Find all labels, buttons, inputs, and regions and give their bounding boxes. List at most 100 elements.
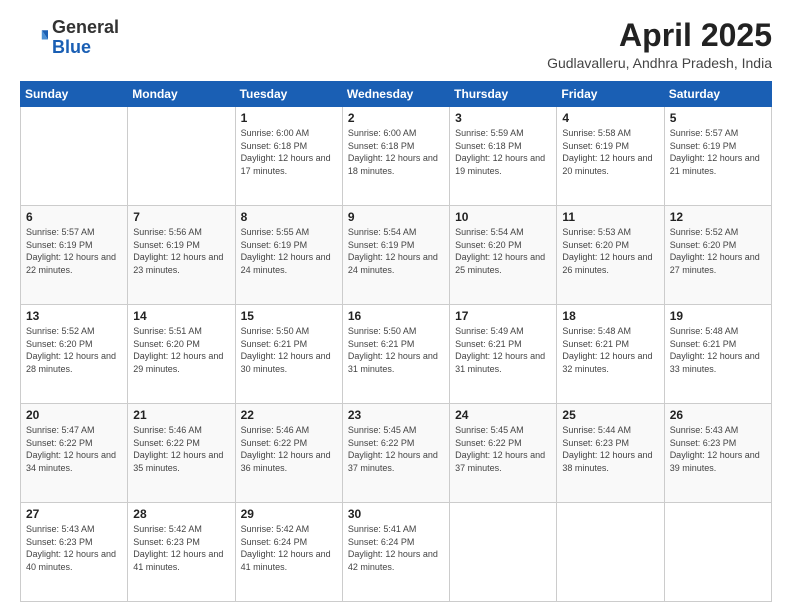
day-number: 15 — [241, 309, 337, 323]
calendar-cell — [557, 503, 664, 602]
calendar-subtitle: Gudlavalleru, Andhra Pradesh, India — [547, 55, 772, 71]
weekday-header-friday: Friday — [557, 82, 664, 107]
day-number: 18 — [562, 309, 658, 323]
day-info: Sunrise: 5:45 AM Sunset: 6:22 PM Dayligh… — [455, 424, 551, 474]
day-info: Sunrise: 5:48 AM Sunset: 6:21 PM Dayligh… — [670, 325, 766, 375]
calendar-cell: 29Sunrise: 5:42 AM Sunset: 6:24 PM Dayli… — [235, 503, 342, 602]
day-info: Sunrise: 5:43 AM Sunset: 6:23 PM Dayligh… — [26, 523, 122, 573]
day-number: 12 — [670, 210, 766, 224]
logo: General Blue — [20, 18, 119, 58]
day-number: 29 — [241, 507, 337, 521]
day-number: 23 — [348, 408, 444, 422]
calendar-cell: 26 Sunrise: 5:43 AM Sunset: 6:23 PM Dayli… — [664, 404, 771, 503]
calendar-cell: 7 Sunrise: 5:56 AM Sunset: 6:19 PM Daylig… — [128, 206, 235, 305]
day-number: 9 — [348, 210, 444, 224]
day-info: Sunrise: 5:54 AM Sunset: 6:19 PM Dayligh… — [348, 226, 444, 276]
day-info: Sunrise: 5:57 AM Sunset: 6:19 PM Dayligh… — [670, 127, 766, 177]
calendar-cell: 24 Sunrise: 5:45 AM Sunset: 6:22 PM Dayli… — [450, 404, 557, 503]
day-info: Sunrise: 5:59 AM Sunset: 6:18 PM Dayligh… — [455, 127, 551, 177]
day-info: Sunrise: 5:46 AM Sunset: 6:22 PM Dayligh… — [241, 424, 337, 474]
calendar-cell: 28Sunrise: 5:42 AM Sunset: 6:23 PM Dayli… — [128, 503, 235, 602]
week-row-4: 20 Sunrise: 5:47 AM Sunset: 6:22 PM Dayli… — [21, 404, 772, 503]
weekday-header-sunday: Sunday — [21, 82, 128, 107]
calendar-cell — [21, 107, 128, 206]
calendar-cell: 17 Sunrise: 5:49 AM Sunset: 6:21 PM Dayli… — [450, 305, 557, 404]
calendar-cell: 19Sunrise: 5:48 AM Sunset: 6:21 PM Dayli… — [664, 305, 771, 404]
day-number: 17 — [455, 309, 551, 323]
calendar-cell — [128, 107, 235, 206]
calendar-cell: 11 Sunrise: 5:53 AM Sunset: 6:20 PM Dayli… — [557, 206, 664, 305]
day-info: Sunrise: 5:58 AM Sunset: 6:19 PM Dayligh… — [562, 127, 658, 177]
weekday-header-tuesday: Tuesday — [235, 82, 342, 107]
day-info: Sunrise: 5:49 AM Sunset: 6:21 PM Dayligh… — [455, 325, 551, 375]
calendar-cell: 30Sunrise: 5:41 AM Sunset: 6:24 PM Dayli… — [342, 503, 449, 602]
calendar-cell: 9 Sunrise: 5:54 AM Sunset: 6:19 PM Daylig… — [342, 206, 449, 305]
logo-icon — [20, 24, 48, 52]
calendar-cell: 21Sunrise: 5:46 AM Sunset: 6:22 PM Dayli… — [128, 404, 235, 503]
day-info: Sunrise: 6:00 AM Sunset: 6:18 PM Dayligh… — [348, 127, 444, 177]
day-number: 27 — [26, 507, 122, 521]
day-number: 16 — [348, 309, 444, 323]
calendar-cell: 27 Sunrise: 5:43 AM Sunset: 6:23 PM Dayli… — [21, 503, 128, 602]
day-number: 30 — [348, 507, 444, 521]
calendar-cell: 5 Sunrise: 5:57 AM Sunset: 6:19 PM Daylig… — [664, 107, 771, 206]
day-info: Sunrise: 5:45 AM Sunset: 6:22 PM Dayligh… — [348, 424, 444, 474]
calendar-cell: 15 Sunrise: 5:50 AM Sunset: 6:21 PM Dayli… — [235, 305, 342, 404]
weekday-header-row: SundayMondayTuesdayWednesdayThursdayFrid… — [21, 82, 772, 107]
calendar-cell: 2 Sunrise: 6:00 AM Sunset: 6:18 PM Daylig… — [342, 107, 449, 206]
calendar-title: April 2025 — [547, 18, 772, 53]
day-number: 24 — [455, 408, 551, 422]
day-info: Sunrise: 5:52 AM Sunset: 6:20 PM Dayligh… — [670, 226, 766, 276]
week-row-5: 27 Sunrise: 5:43 AM Sunset: 6:23 PM Dayli… — [21, 503, 772, 602]
day-info: Sunrise: 5:57 AM Sunset: 6:19 PM Dayligh… — [26, 226, 122, 276]
day-number: 4 — [562, 111, 658, 125]
day-info: Sunrise: 5:47 AM Sunset: 6:22 PM Dayligh… — [26, 424, 122, 474]
calendar-cell: 12 Sunrise: 5:52 AM Sunset: 6:20 PM Dayli… — [664, 206, 771, 305]
day-number: 25 — [562, 408, 658, 422]
day-number: 26 — [670, 408, 766, 422]
calendar-table: SundayMondayTuesdayWednesdayThursdayFrid… — [20, 81, 772, 602]
week-row-1: 1 Sunrise: 6:00 AM Sunset: 6:18 PM Daylig… — [21, 107, 772, 206]
calendar-cell: 1 Sunrise: 6:00 AM Sunset: 6:18 PM Daylig… — [235, 107, 342, 206]
day-number: 20 — [26, 408, 122, 422]
day-info: Sunrise: 5:52 AM Sunset: 6:20 PM Dayligh… — [26, 325, 122, 375]
day-number: 7 — [133, 210, 229, 224]
calendar-cell: 10Sunrise: 5:54 AM Sunset: 6:20 PM Dayli… — [450, 206, 557, 305]
calendar-cell: 13 Sunrise: 5:52 AM Sunset: 6:20 PM Dayli… — [21, 305, 128, 404]
title-block: April 2025 Gudlavalleru, Andhra Pradesh,… — [547, 18, 772, 71]
day-info: Sunrise: 5:50 AM Sunset: 6:21 PM Dayligh… — [241, 325, 337, 375]
calendar-cell: 23 Sunrise: 5:45 AM Sunset: 6:22 PM Dayli… — [342, 404, 449, 503]
day-number: 28 — [133, 507, 229, 521]
week-row-3: 13 Sunrise: 5:52 AM Sunset: 6:20 PM Dayli… — [21, 305, 772, 404]
day-number: 10 — [455, 210, 551, 224]
day-info: Sunrise: 5:43 AM Sunset: 6:23 PM Dayligh… — [670, 424, 766, 474]
logo-blue-text: Blue — [52, 37, 91, 57]
weekday-header-wednesday: Wednesday — [342, 82, 449, 107]
day-info: Sunrise: 5:56 AM Sunset: 6:19 PM Dayligh… — [133, 226, 229, 276]
weekday-header-thursday: Thursday — [450, 82, 557, 107]
day-info: Sunrise: 6:00 AM Sunset: 6:18 PM Dayligh… — [241, 127, 337, 177]
calendar-cell: 4 Sunrise: 5:58 AM Sunset: 6:19 PM Daylig… — [557, 107, 664, 206]
day-number: 3 — [455, 111, 551, 125]
calendar-cell — [664, 503, 771, 602]
day-number: 11 — [562, 210, 658, 224]
calendar-cell: 16Sunrise: 5:50 AM Sunset: 6:21 PM Dayli… — [342, 305, 449, 404]
day-number: 6 — [26, 210, 122, 224]
calendar-cell: 22Sunrise: 5:46 AM Sunset: 6:22 PM Dayli… — [235, 404, 342, 503]
day-number: 1 — [241, 111, 337, 125]
day-info: Sunrise: 5:53 AM Sunset: 6:20 PM Dayligh… — [562, 226, 658, 276]
day-number: 21 — [133, 408, 229, 422]
day-number: 8 — [241, 210, 337, 224]
day-number: 13 — [26, 309, 122, 323]
calendar-cell: 6 Sunrise: 5:57 AM Sunset: 6:19 PM Daylig… — [21, 206, 128, 305]
day-info: Sunrise: 5:48 AM Sunset: 6:21 PM Dayligh… — [562, 325, 658, 375]
day-number: 5 — [670, 111, 766, 125]
weekday-header-saturday: Saturday — [664, 82, 771, 107]
day-info: Sunrise: 5:51 AM Sunset: 6:20 PM Dayligh… — [133, 325, 229, 375]
day-number: 2 — [348, 111, 444, 125]
day-number: 14 — [133, 309, 229, 323]
calendar-cell: 3 Sunrise: 5:59 AM Sunset: 6:18 PM Daylig… — [450, 107, 557, 206]
calendar-cell: 20 Sunrise: 5:47 AM Sunset: 6:22 PM Dayli… — [21, 404, 128, 503]
calendar-cell: 25Sunrise: 5:44 AM Sunset: 6:23 PM Dayli… — [557, 404, 664, 503]
calendar-cell: 18 Sunrise: 5:48 AM Sunset: 6:21 PM Dayli… — [557, 305, 664, 404]
